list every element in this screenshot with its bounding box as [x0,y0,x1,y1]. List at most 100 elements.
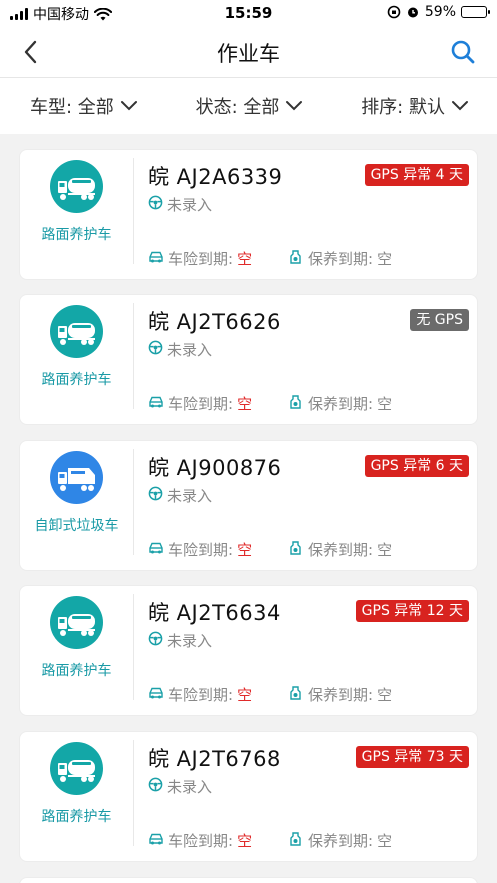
card-divider [133,740,134,846]
driver-info: 未录入 [148,776,212,797]
filter-label: 排序: 默认 [361,97,445,118]
driver-label: 未录入 [167,778,213,796]
driver-label: 未录入 [167,196,213,214]
insurance-value: 空 [237,541,253,559]
driver-info: 未录入 [148,339,212,360]
maintenance-info: 保养到期: 空 [288,684,392,705]
battery-percent: 59% [424,4,456,20]
nav-bar: 作业车 [0,26,497,78]
maintenance-icon [288,831,304,850]
maintenance-icon [288,540,304,559]
vehicle-type-section: 自卸式垃圾车 [20,441,133,572]
vehicle-type-section: 路面养护车 [20,295,133,426]
vehicle-type-section: 路面养护车 [20,586,133,717]
maintenance-truck-icon [50,596,103,649]
garbage-truck-icon [50,451,103,504]
gps-status-badge: GPS 异常 12 天 [355,600,469,622]
driver-label: 未录入 [167,487,213,505]
insurance-label: 车险到期: [168,832,234,850]
maintenance-value: 空 [377,250,393,268]
insurance-info: 车险到期: 空 [148,830,252,851]
maintenance-icon [288,394,304,413]
maintenance-info: 保养到期: 空 [288,393,392,414]
maintenance-truck-icon [50,742,103,795]
vehicle-type-section: 路面养护车 [20,732,133,863]
vehicle-card[interactable]: 路面养护车 皖 AJ2T6626 无 GPS 未录入 车险到期: 空 保养到期: 空 [19,294,478,425]
alarm-icon [407,7,418,18]
insurance-label: 车险到期: [168,250,234,268]
filter-label: 状态: 全部 [195,97,280,118]
filter-label: 车型: 全部 [30,97,114,118]
car-icon [148,250,164,268]
gps-status-badge: GPS 异常 6 天 [364,455,469,477]
insurance-info: 车险到期: 空 [148,248,252,269]
card-divider [133,303,134,409]
steering-wheel-icon [148,631,163,650]
driver-label: 未录入 [167,341,213,359]
vehicle-type-label: 路面养护车 [41,663,112,679]
driver-label: 未录入 [167,632,213,650]
page-title: 作业车 [217,42,280,66]
insurance-value: 空 [237,832,253,850]
vehicle-card[interactable]: 路面养护车 皖 AJ2T6634 GPS 异常 12 天 未录入 车险到期: 空 … [19,585,478,716]
maintenance-value: 空 [377,686,393,704]
car-icon [148,832,164,850]
gps-status-badge: GPS 异常 73 天 [355,746,469,768]
filter-status[interactable]: 状态: 全部 [196,93,304,119]
vehicle-card[interactable]: 自卸式垃圾车 皖 AJ900876 GPS 异常 6 天 未录入 车险到期: 空 … [19,440,478,571]
insurance-info: 车险到期: 空 [148,393,252,414]
chevron-down-icon [120,101,137,111]
card-divider [133,158,134,264]
search-icon[interactable] [449,38,477,66]
steering-wheel-icon [148,340,163,359]
maintenance-icon [288,685,304,704]
maintenance-info: 保养到期: 空 [288,539,392,560]
chevron-down-icon [286,101,303,111]
card-divider [133,449,134,555]
insurance-value: 空 [237,686,253,704]
vehicle-card[interactable]: 路面养护车 皖 AJ2T6768 GPS 异常 73 天 未录入 车险到期: 空 … [19,731,478,862]
insurance-label: 车险到期: [168,395,234,413]
license-plate: 皖 AJ2T6768 [148,747,281,771]
driver-info: 未录入 [148,194,212,215]
license-plate: 皖 AJ2A6339 [148,165,283,189]
car-icon [148,541,164,559]
status-bar: 中国移动 15:59 59% [0,0,497,26]
rotation-lock-icon [387,5,401,19]
status-right: 59% [387,4,490,20]
maintenance-label: 保养到期: [308,250,374,268]
chevron-down-icon [451,101,468,111]
vehicle-type-label: 自卸式垃圾车 [34,518,119,534]
maintenance-icon [288,249,304,268]
maintenance-info: 保养到期: 空 [288,248,392,269]
vehicle-type-label: 路面养护车 [41,372,112,388]
vehicle-type-label: 路面养护车 [41,227,112,243]
vehicle-card[interactable]: 路面养护车 皖 AJ2A6339 GPS 异常 4 天 未录入 车险到期: 空 保… [19,149,478,280]
gps-status-badge: GPS 异常 4 天 [364,164,469,186]
license-plate: 皖 AJ2T6634 [148,601,281,625]
steering-wheel-icon [148,777,163,796]
maintenance-truck-icon [50,305,103,358]
battery-icon [461,6,490,18]
maintenance-label: 保养到期: [308,686,374,704]
insurance-info: 车险到期: 空 [148,684,252,705]
filter-sort[interactable]: 排序: 默认 [361,93,469,119]
driver-info: 未录入 [148,485,212,506]
insurance-label: 车险到期: [168,686,234,704]
maintenance-value: 空 [377,832,393,850]
car-icon [148,395,164,413]
insurance-info: 车险到期: 空 [148,539,252,560]
maintenance-value: 空 [377,395,393,413]
maintenance-truck-icon [50,160,103,213]
maintenance-info: 保养到期: 空 [288,830,392,851]
insurance-value: 空 [237,250,253,268]
license-plate: 皖 AJ900876 [148,456,282,480]
vehicle-type-label: 路面养护车 [41,809,112,825]
maintenance-label: 保养到期: [308,395,374,413]
vehicle-type-section: 路面养护车 [20,150,133,281]
license-plate: 皖 AJ2T6626 [148,310,281,334]
steering-wheel-icon [148,195,163,214]
vehicle-card-partial[interactable] [19,877,478,883]
driver-info: 未录入 [148,630,212,651]
filter-vehicle-type[interactable]: 车型: 全部 [30,93,138,119]
